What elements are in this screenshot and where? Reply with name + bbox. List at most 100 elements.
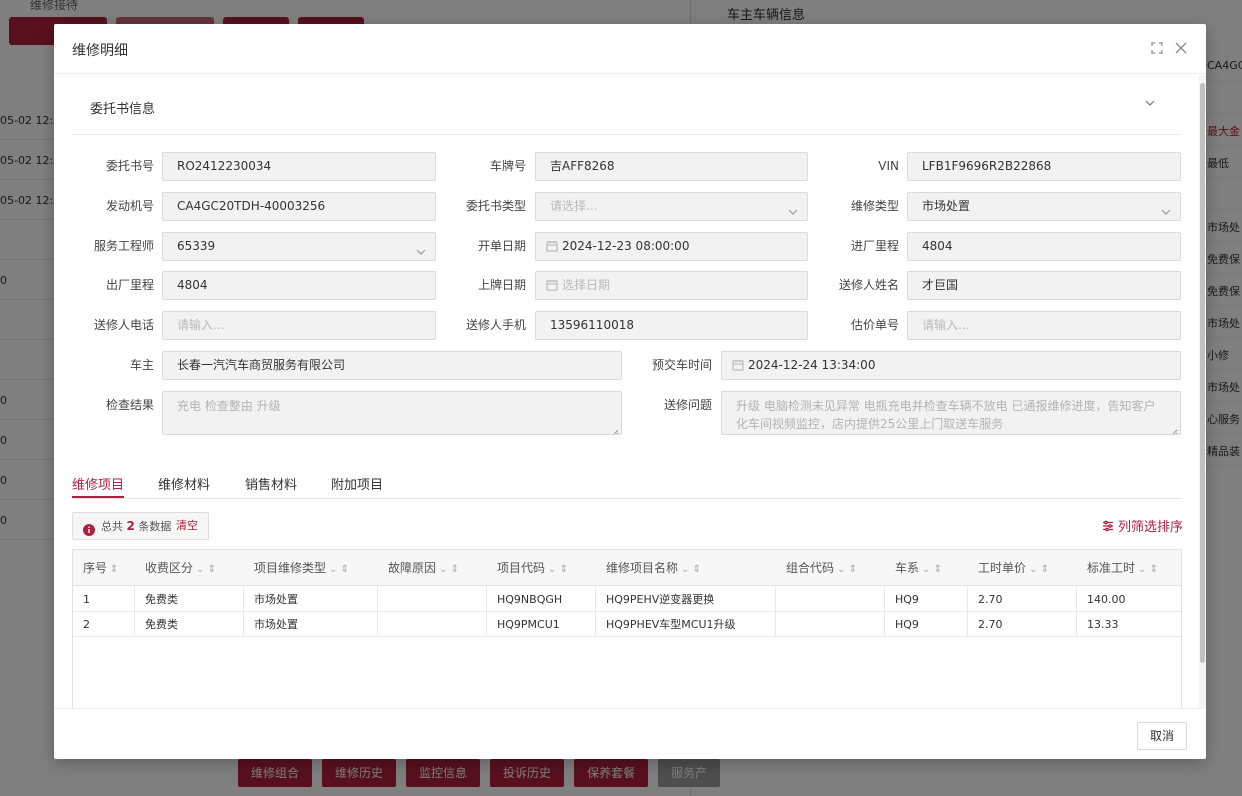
sender-name-label: 送修人姓名 bbox=[838, 278, 899, 292]
table-row[interactable]: 1 免费类 市场处置 HQ9NBQGH HQ9PEHV逆变器更换 HQ9 2.7… bbox=[73, 587, 1181, 612]
table-cell: 市场处置 bbox=[244, 612, 378, 637]
plate-date-picker[interactable]: 选择日期 bbox=[535, 271, 808, 300]
order-no-field[interactable]: RO2412230034 bbox=[162, 152, 436, 181]
estimate-no-field[interactable]: 请输入... bbox=[907, 311, 1181, 340]
table-cell: 2 bbox=[73, 612, 135, 637]
table-cell: 2.70 bbox=[968, 612, 1077, 637]
plate-date-label: 上牌日期 bbox=[477, 278, 526, 292]
order-type-select[interactable]: 请选择... bbox=[535, 192, 808, 221]
mileage-in-label: 进厂里程 bbox=[850, 239, 899, 253]
sender-phone-label: 送修人电话 bbox=[93, 318, 154, 332]
check-result-label: 检查结果 bbox=[105, 398, 154, 412]
column-header[interactable]: 组合代码 ⌄ ⇕ bbox=[776, 550, 885, 586]
order-type-label: 委托书类型 bbox=[465, 199, 526, 213]
check-result-text: 充电 检查整由 升级 bbox=[177, 399, 281, 413]
delivery-time-label: 预交车时间 bbox=[651, 358, 712, 372]
repair-type-value: 市场处置 bbox=[922, 199, 971, 213]
engineer-label: 服务工程师 bbox=[93, 239, 154, 253]
column-sort-button[interactable]: 列筛选排序 bbox=[1102, 516, 1183, 535]
check-result-textarea[interactable]: 充电 检查整由 升级 bbox=[162, 391, 622, 435]
repair-issue-textarea[interactable]: 升级 电脑检测未见异常 电瓶充电并检查车辆不放电 已通报维修进度，告知客户化车间… bbox=[721, 391, 1181, 435]
chevron-down-icon bbox=[787, 201, 799, 215]
column-header[interactable]: 维修项目名称 ⌄ ⇕ bbox=[596, 550, 776, 586]
table-cell bbox=[378, 612, 487, 637]
mileage-out-field[interactable]: 4804 bbox=[162, 271, 436, 300]
resize-handle-icon[interactable] bbox=[1170, 424, 1178, 434]
table-cell: HQ9PHEV车型MCU1升级 bbox=[596, 612, 776, 637]
tab-repair-items[interactable]: 维修项目 bbox=[72, 474, 124, 493]
detail-tabs: 维修项目 维修材料 销售材料 附加项目 bbox=[72, 468, 1182, 499]
column-header[interactable]: 工时单价 ⌄ ⇕ bbox=[968, 550, 1077, 586]
column-header[interactable]: 故障原因 ⌄ ⇕ bbox=[378, 550, 487, 586]
vertical-scrollbar[interactable] bbox=[1199, 75, 1206, 708]
table-cell: 140.00 bbox=[1077, 587, 1181, 612]
modal-body: 委托书信息 委托书号 RO2412230034 车牌号 吉AFF8268 VIN… bbox=[54, 75, 1199, 708]
mileage-in-field[interactable]: 4804 bbox=[907, 232, 1181, 261]
open-date-picker[interactable]: 2024-12-23 08:00:00 bbox=[535, 232, 808, 261]
sender-phone-field[interactable]: 请输入... bbox=[162, 311, 436, 340]
engineer-select[interactable]: 65339 bbox=[162, 232, 436, 261]
table-cell bbox=[776, 612, 885, 637]
table-cell: HQ9PMCU1 bbox=[487, 612, 596, 637]
table-cell bbox=[378, 587, 487, 612]
tab-repair-materials[interactable]: 维修材料 bbox=[158, 474, 210, 493]
table-cell: HQ9 bbox=[885, 587, 968, 612]
close-icon[interactable] bbox=[1173, 40, 1189, 56]
info-icon bbox=[83, 520, 95, 536]
resize-handle-icon[interactable] bbox=[611, 424, 619, 434]
engineer-value: 65339 bbox=[177, 239, 216, 253]
delivery-time-picker[interactable]: 2024-12-24 13:34:00 bbox=[721, 351, 1181, 380]
column-header[interactable]: 收费区分 ⌄ ⇕ bbox=[135, 550, 244, 586]
sender-name-field[interactable]: 才巨国 bbox=[907, 271, 1181, 300]
repair-issue-label: 送修问题 bbox=[663, 398, 712, 412]
clear-link[interactable]: 清空 bbox=[176, 513, 198, 539]
repair-type-select[interactable]: 市场处置 bbox=[907, 192, 1181, 221]
column-header[interactable]: 标准工时 ⌄ ⇕ bbox=[1077, 550, 1181, 586]
chevron-down-icon bbox=[1160, 201, 1172, 215]
column-header[interactable]: 项目代码 ⌄ ⇕ bbox=[487, 550, 596, 586]
calendar-icon bbox=[546, 235, 558, 252]
summary-badge: 总共 2 条数据 清空 bbox=[72, 512, 209, 540]
engine-no-field[interactable]: CA4GC20TDH-40003256 bbox=[162, 192, 436, 221]
chevron-down-icon[interactable] bbox=[1144, 97, 1158, 111]
filter-icon bbox=[1103, 520, 1113, 532]
repair-issue-text: 升级 电脑检测未见异常 电瓶充电并检查车辆不放电 已通报维修进度，告知客户化车间… bbox=[736, 399, 1156, 431]
section-header[interactable]: 委托书信息 bbox=[72, 75, 1182, 135]
tab-sales-materials[interactable]: 销售材料 bbox=[245, 474, 297, 493]
delivery-time-value: 2024-12-24 13:34:00 bbox=[748, 358, 876, 372]
column-header[interactable]: 车系 ⌄ ⇕ bbox=[885, 550, 968, 586]
modal-footer: 取消 bbox=[54, 708, 1206, 759]
cancel-button[interactable]: 取消 bbox=[1137, 722, 1187, 750]
scrollbar-thumb[interactable] bbox=[1200, 83, 1205, 663]
table-cell: 13.33 bbox=[1077, 612, 1181, 637]
fullscreen-icon[interactable] bbox=[1151, 40, 1167, 56]
column-header[interactable]: 项目维修类型 ⌄ ⇕ bbox=[244, 550, 378, 586]
owner-label: 车主 bbox=[129, 358, 154, 372]
owner-field[interactable]: 长春一汽汽车商贸服务有限公司 bbox=[162, 351, 622, 380]
active-tab-indicator bbox=[72, 496, 124, 498]
plate-field[interactable]: 吉AFF8268 bbox=[535, 152, 808, 181]
vin-field[interactable]: LFB1F9696R2B22868 bbox=[907, 152, 1181, 181]
table-cell: HQ9 bbox=[885, 612, 968, 637]
summary-count: 2 bbox=[126, 519, 135, 533]
plate-label: 车牌号 bbox=[489, 159, 526, 173]
table-cell: HQ9PEHV逆变器更换 bbox=[596, 587, 776, 612]
calendar-icon bbox=[546, 274, 558, 291]
order-type-placeholder: 请选择... bbox=[550, 199, 598, 213]
modal-title: 维修明细 bbox=[72, 43, 128, 59]
sender-mobile-field[interactable]: 13596110018 bbox=[535, 311, 808, 340]
mileage-out-label: 出厂里程 bbox=[105, 278, 154, 292]
table-cell: 1 bbox=[73, 587, 135, 612]
column-sort-label: 列筛选排序 bbox=[1118, 520, 1184, 535]
chevron-down-icon bbox=[415, 241, 427, 255]
table-cell: 免费类 bbox=[135, 612, 244, 637]
modal-header: 维修明细 bbox=[54, 24, 1206, 74]
table-cell: HQ9NBQGH bbox=[487, 587, 596, 612]
tab-additional-items[interactable]: 附加项目 bbox=[331, 474, 383, 493]
calendar-icon bbox=[732, 354, 744, 371]
open-date-value: 2024-12-23 08:00:00 bbox=[562, 239, 690, 253]
table-header: 序号 ⇕ 收费区分 ⌄ ⇕ 项目维修类型 ⌄ ⇕ 故障原因 ⌄ ⇕ 项目代码 ⌄ ⇕ 维修… bbox=[73, 550, 1181, 586]
table-row[interactable]: 2 免费类 市场处置 HQ9PMCU1 HQ9PHEV车型MCU1升级 HQ9 … bbox=[73, 612, 1181, 637]
table-cell: 市场处置 bbox=[244, 587, 378, 612]
column-header[interactable]: 序号 ⇕ bbox=[73, 550, 135, 586]
